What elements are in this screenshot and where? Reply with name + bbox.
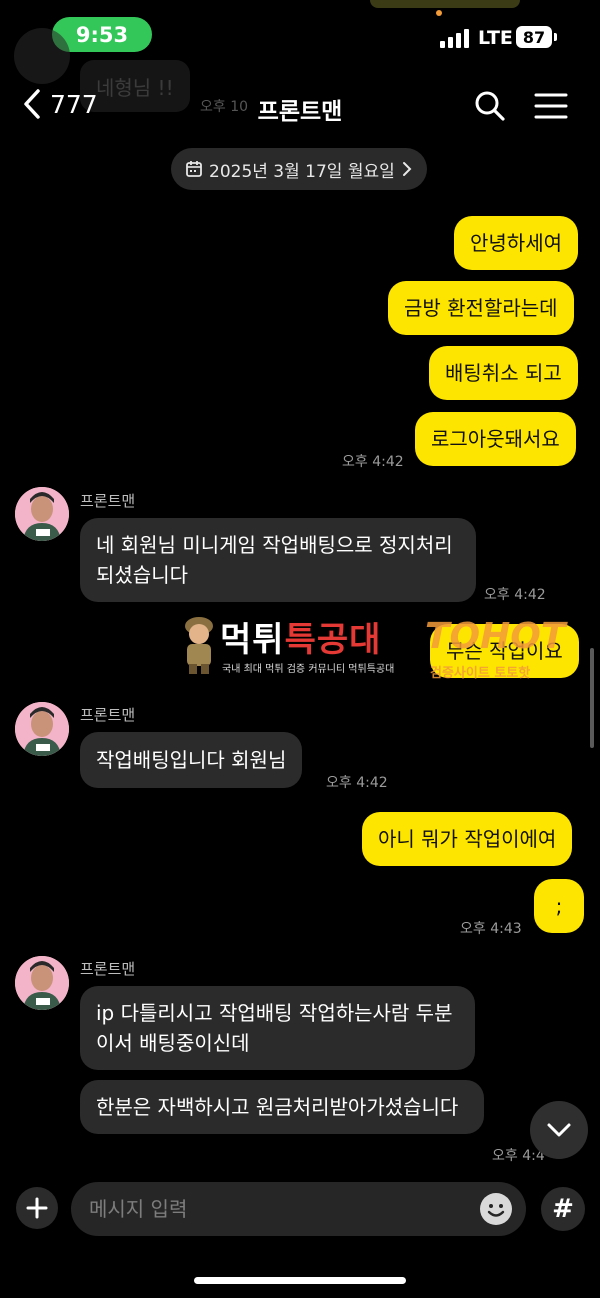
battery-icon: 87 bbox=[516, 26, 557, 48]
hash-icon: # bbox=[552, 1194, 574, 1224]
hash-button[interactable]: # bbox=[541, 1187, 585, 1231]
my-message[interactable]: 로그아웃돼서요 bbox=[415, 412, 576, 466]
battery-level: 87 bbox=[522, 27, 546, 47]
network-label: LTE bbox=[478, 27, 513, 49]
avatar-image bbox=[15, 956, 69, 1010]
chevron-down-icon bbox=[547, 1123, 571, 1137]
sender-name: 프론트맨 bbox=[80, 960, 136, 978]
message-time: 오후 4:42 bbox=[326, 775, 388, 791]
their-message[interactable]: 한분은 자백하시고 원금처리받아가셨습니다 bbox=[80, 1080, 484, 1134]
menu-icon bbox=[534, 93, 568, 119]
attach-button[interactable] bbox=[16, 1187, 58, 1229]
watermark-logo-b: 특공대 bbox=[284, 620, 382, 660]
message-time: 오후 4:42 bbox=[342, 454, 404, 470]
emoji-icon bbox=[481, 1194, 511, 1224]
sender-name: 프론트맨 bbox=[80, 706, 136, 724]
my-message[interactable]: ; bbox=[534, 879, 584, 933]
avatar[interactable] bbox=[15, 702, 69, 756]
avatar-image bbox=[15, 487, 69, 541]
my-message[interactable]: 배팅취소 되고 bbox=[429, 346, 578, 400]
avatar[interactable] bbox=[15, 487, 69, 541]
my-message[interactable]: 금방 환전할라는데 bbox=[388, 281, 574, 335]
scrollbar[interactable] bbox=[590, 648, 594, 748]
search-icon bbox=[475, 91, 505, 121]
ghost-avatar bbox=[14, 28, 70, 84]
calendar-icon bbox=[186, 161, 202, 177]
watermark-logo-a: 먹튀 bbox=[220, 620, 285, 660]
scroll-to-bottom-button[interactable] bbox=[530, 1101, 588, 1159]
avatar-image bbox=[15, 702, 69, 756]
emoji-button[interactable] bbox=[480, 1193, 512, 1225]
watermark-subtitle: 국내 최대 먹튀 검증 커뮤니티 먹튀특공대 bbox=[222, 664, 395, 675]
message-input[interactable] bbox=[71, 1182, 526, 1236]
chat-title: 프론트맨 bbox=[257, 99, 343, 125]
message-time: 오후 4:43 bbox=[460, 921, 522, 937]
their-message[interactable]: 네 회원님 미니게임 작업배팅으로 정지처리되셨습니다 bbox=[80, 518, 476, 602]
chat-header: 777 프론트맨 bbox=[0, 78, 600, 138]
watermark-logo: 먹튀특공대 bbox=[220, 612, 381, 661]
their-message[interactable]: ip 다틀리시고 작업배팅 작업하는사람 두분이서 배팅중이신데 bbox=[80, 986, 475, 1070]
my-message[interactable]: 아니 뭐가 작업이에여 bbox=[362, 812, 573, 866]
my-message[interactable]: 안녕하세여 bbox=[454, 216, 578, 270]
chevron-right-icon bbox=[402, 162, 412, 176]
plus-icon bbox=[26, 1197, 48, 1219]
sender-name: 프론트맨 bbox=[80, 492, 136, 510]
message-time: 오후 4:42 bbox=[484, 587, 546, 603]
home-indicator bbox=[194, 1277, 406, 1284]
soldier-mascot-icon bbox=[185, 617, 213, 674]
avatar[interactable] bbox=[15, 956, 69, 1010]
signal-icon bbox=[440, 28, 469, 48]
my-message[interactable]: 무슨 작업이요 bbox=[430, 624, 579, 678]
ghost-bubble-edge bbox=[370, 0, 520, 8]
privacy-indicator bbox=[436, 10, 442, 16]
their-message[interactable]: 작업배팅입니다 회원님 bbox=[80, 732, 303, 788]
menu-button[interactable] bbox=[534, 92, 568, 124]
date-text: 2025년 3월 17일 월요일 bbox=[209, 161, 395, 182]
date-divider[interactable]: 2025년 3월 17일 월요일 bbox=[171, 148, 427, 190]
search-button[interactable] bbox=[474, 90, 506, 126]
